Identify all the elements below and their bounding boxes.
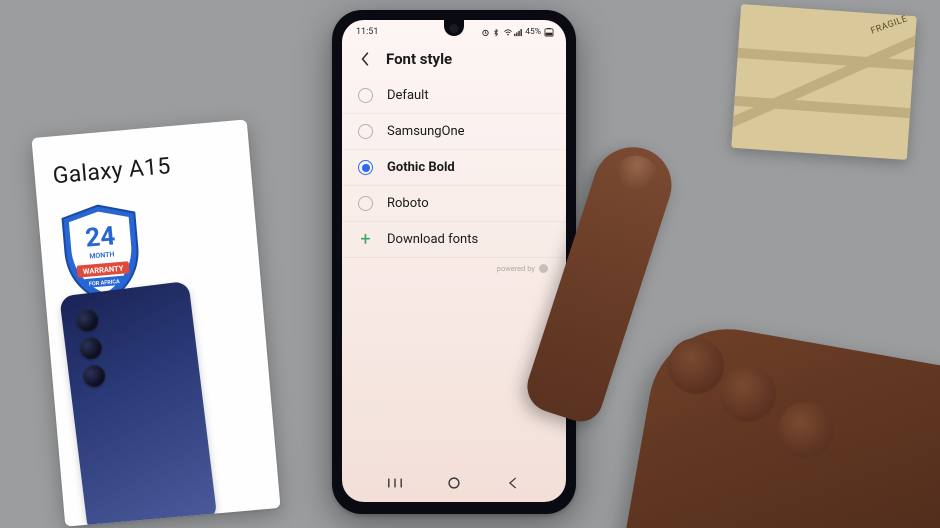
phone-device: 11:51 45% [332, 10, 576, 514]
font-option-label: Default [387, 88, 429, 103]
wooden-crate: FRAGILE [731, 4, 917, 160]
status-time: 11:51 [356, 27, 378, 37]
download-fonts-label: Download fonts [387, 232, 478, 247]
warranty-number: 24 [84, 221, 116, 253]
product-box: Galaxy A15 24 MONTH WARRANTY FOR AFRICA [31, 119, 280, 526]
signal-icon [514, 28, 523, 37]
font-options-list: Default SamsungOne Gothic Bold Roboto + … [342, 78, 566, 258]
font-option-label: SamsungOne [387, 124, 465, 139]
font-option-label: Roboto [387, 196, 429, 211]
user-hand [778, 402, 834, 458]
font-option-default[interactable]: Default [342, 78, 566, 114]
powered-by-label: powered by [497, 264, 535, 273]
back-nav-button[interactable] [504, 474, 522, 492]
powered-by-row: powered by [342, 258, 566, 279]
radio-icon [358, 196, 373, 211]
recents-button[interactable] [386, 474, 404, 492]
radio-selected-icon [358, 160, 373, 175]
radio-icon [358, 88, 373, 103]
font-option-roboto[interactable]: Roboto [342, 186, 566, 222]
fragile-label: FRAGILE [869, 14, 908, 37]
powered-by-badge-icon [539, 264, 548, 273]
user-hand [720, 366, 776, 422]
radio-icon [358, 124, 373, 139]
bluetooth-icon [492, 28, 501, 37]
phone-screen[interactable]: 11:51 45% [342, 20, 566, 502]
phone-render-image [59, 281, 217, 527]
battery-percent: 45% [525, 27, 541, 37]
page-title: Font style [386, 50, 452, 68]
home-button[interactable] [445, 474, 463, 492]
font-option-gothic-bold[interactable]: Gothic Bold [342, 150, 566, 186]
download-fonts-row[interactable]: + Download fonts [342, 222, 566, 258]
alarm-icon [481, 28, 490, 37]
settings-header: Font style [342, 42, 566, 78]
product-title: Galaxy A15 [52, 147, 234, 190]
navigation-bar [342, 470, 566, 496]
back-button[interactable] [356, 50, 374, 68]
user-hand [668, 338, 724, 394]
plus-icon: + [358, 232, 373, 247]
battery-icon [543, 28, 552, 37]
font-option-label: Gothic Bold [387, 160, 455, 175]
font-option-samsungone[interactable]: SamsungOne [342, 114, 566, 150]
wifi-icon [503, 28, 512, 37]
